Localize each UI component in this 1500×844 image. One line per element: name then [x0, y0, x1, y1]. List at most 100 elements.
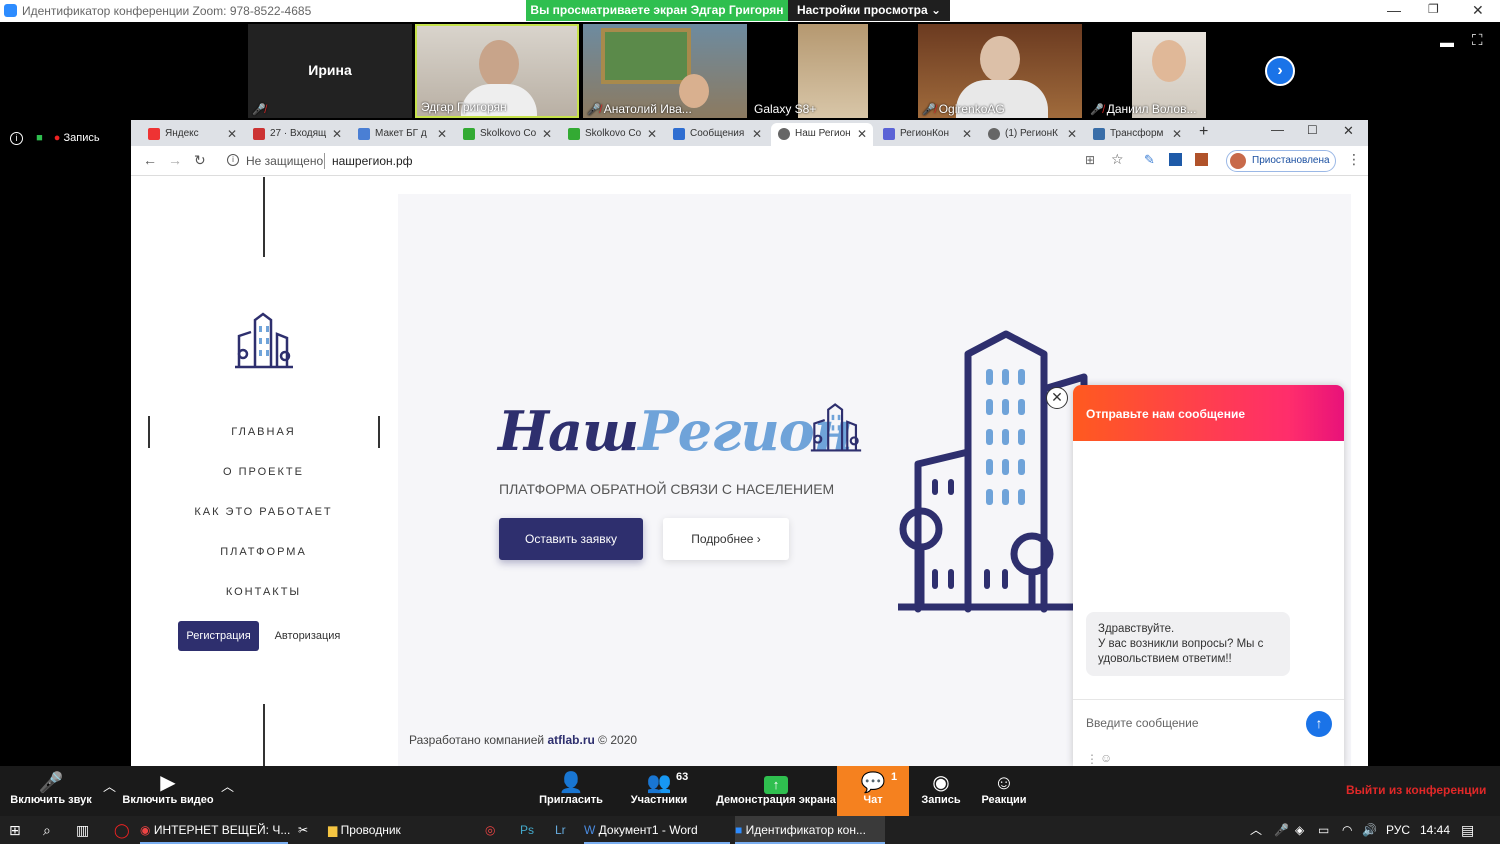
nav-platform[interactable]: ПЛАТФОРМА — [131, 546, 396, 558]
taskbar-item-word[interactable]: W Документ1 - Word — [584, 816, 730, 844]
attach-icon[interactable]: ⋮ — [1086, 752, 1098, 766]
reload-icon[interactable]: ↻ — [194, 152, 206, 169]
emoji-icon[interactable]: ☺ — [1100, 751, 1112, 765]
next-page-arrow-icon[interactable]: › — [1265, 56, 1295, 86]
tab-close-icon[interactable]: ✕ — [962, 127, 972, 141]
fullscreen-icon[interactable]: ⛶ — [1472, 32, 1483, 49]
profile-button[interactable]: Приостановлена — [1226, 150, 1336, 172]
battery-icon[interactable]: ▭ — [1318, 816, 1329, 844]
extension-icon[interactable] — [1169, 153, 1182, 166]
info-icon[interactable]: i — [227, 154, 239, 166]
tab-close-icon[interactable]: ✕ — [752, 127, 762, 141]
security-status[interactable]: Не защищено — [246, 154, 323, 168]
record-button[interactable]: ◉ Запись — [916, 766, 966, 816]
notifications-icon[interactable]: ▤ — [1461, 816, 1474, 844]
taskbar-item-chrome[interactable]: ◉ ИНТЕРНЕТ ВЕЩЕЙ: Ч... — [140, 816, 290, 844]
footer-company-link[interactable]: atflab.ru — [547, 733, 594, 747]
share-screen-button[interactable]: ↑ Демонстрация экрана — [716, 766, 836, 816]
reactions-button[interactable]: ☺ Реакции — [978, 766, 1030, 816]
nav-how-it-works[interactable]: КАК ЭТО РАБОТАЕТ — [131, 506, 396, 518]
minimize-icon[interactable]: — — [1387, 2, 1401, 18]
leave-meeting-button[interactable]: Выйти из конференции — [1346, 783, 1486, 797]
app-icon[interactable]: ◎ — [485, 816, 495, 844]
chat-message-input[interactable]: Введите сообщение — [1086, 716, 1199, 730]
nav-home[interactable]: ГЛАВНАЯ — [131, 426, 396, 438]
video-tile[interactable]: 🎤̸ Анатолий Ива... — [583, 24, 747, 118]
chevron-up-icon[interactable]: ︿ — [103, 776, 116, 795]
tab-close-icon[interactable]: ✕ — [1172, 127, 1182, 141]
url-input[interactable]: нашрегион.рф — [332, 154, 413, 168]
video-tile[interactable]: Ирина 🎤̸ — [248, 24, 412, 118]
task-view-icon[interactable]: ▥ — [76, 816, 89, 844]
start-video-button[interactable]: ▶ Включить видео — [120, 766, 216, 816]
shield-icon[interactable]: ◈ — [1295, 816, 1304, 844]
new-tab-icon[interactable]: + — [1199, 123, 1208, 141]
mic-icon[interactable]: 🎤 — [1274, 816, 1289, 844]
back-icon[interactable]: ← — [143, 152, 157, 168]
tab-close-icon[interactable]: ✕ — [332, 127, 342, 141]
invite-button[interactable]: 👤 Пригласить — [538, 766, 604, 816]
browser-tab[interactable]: Сообщения ✕ — [666, 123, 768, 146]
nav-contacts[interactable]: КОНТАКТЫ — [131, 586, 396, 598]
opera-icon[interactable]: ◯ — [114, 816, 130, 844]
layout-icon[interactable]: ▬ — [1440, 34, 1454, 50]
view-options-button[interactable]: Настройки просмотра ⌄ — [788, 0, 950, 21]
browser-tab-active[interactable]: Наш Регион ✕ — [771, 123, 873, 146]
info-icon[interactable]: i — [10, 132, 23, 145]
chevron-up-icon[interactable]: ︿ — [221, 776, 234, 795]
tab-close-icon[interactable]: ✕ — [437, 127, 447, 141]
volume-icon[interactable]: 🔊 — [1362, 816, 1377, 844]
browser-tab[interactable]: РегионКон ✕ — [876, 123, 978, 146]
chat-close-button[interactable]: ✕ — [1046, 387, 1068, 409]
browser-tab[interactable]: Яндекс ✕ — [141, 123, 243, 146]
tab-bar: Яндекс ✕ 27 · Входящ ✕ Макет БГ д ✕ Skolkov… — [131, 120, 1368, 146]
taskbar-item-zoom[interactable]: ■ Идентификатор кон... — [735, 816, 885, 844]
submit-request-button[interactable]: Оставить заявку — [499, 518, 643, 560]
browser-tab[interactable]: (1) РегионК ✕ — [981, 123, 1083, 146]
translate-icon[interactable]: ⊞ — [1085, 153, 1095, 167]
unmute-button[interactable]: 🎤 Включить звук — [4, 766, 98, 816]
chat-button[interactable]: 💬 Чат — [837, 766, 909, 816]
search-icon[interactable]: ⌕ — [43, 816, 51, 844]
browser-tab[interactable]: Skolkovo Co ✕ — [561, 123, 663, 146]
video-tile-active-speaker[interactable]: Эдгар Григорян — [415, 24, 579, 118]
forward-icon[interactable]: → — [168, 152, 182, 168]
browser-tab[interactable]: Макет БГ д ✕ — [351, 123, 453, 146]
bookmark-star-icon[interactable]: ☆ — [1111, 151, 1124, 168]
language-indicator[interactable]: РУС — [1386, 816, 1410, 844]
chevron-up-icon[interactable]: ︿ — [1250, 816, 1262, 844]
tab-close-icon[interactable]: ✕ — [647, 127, 657, 141]
minimize-icon[interactable]: — — [1271, 122, 1284, 137]
extension-icon[interactable] — [1195, 153, 1208, 166]
video-tile[interactable]: 🎤̸ Даниил Волов... — [1086, 24, 1250, 118]
wifi-icon[interactable]: ◠ — [1342, 816, 1352, 844]
tab-close-icon[interactable]: ✕ — [227, 127, 237, 141]
extension-icon[interactable]: ✎ — [1144, 152, 1155, 168]
browser-tab[interactable]: 27 · Входящ ✕ — [246, 123, 348, 146]
clock[interactable]: 14:44 — [1420, 816, 1450, 844]
video-tile[interactable]: Galaxy S8+ — [750, 24, 914, 118]
photoshop-icon[interactable]: Ps — [520, 816, 534, 844]
send-arrow-icon[interactable]: ↑ — [1306, 711, 1332, 737]
login-button[interactable]: Авторизация — [269, 621, 346, 651]
close-icon[interactable]: ✕ — [1343, 123, 1354, 139]
lightroom-icon[interactable]: Lr — [555, 816, 566, 844]
more-info-button[interactable]: Подробнее › — [663, 518, 789, 560]
lock-icon[interactable]: ■ — [36, 132, 43, 144]
tab-close-icon[interactable]: ✕ — [857, 127, 867, 141]
video-tile[interactable]: 🎤̸ OgirenkoAG — [918, 24, 1082, 118]
register-button[interactable]: Регистрация — [178, 621, 259, 651]
windows-start-icon[interactable]: ⊞ — [9, 816, 21, 844]
maximize-icon[interactable]: ☐ — [1307, 123, 1318, 137]
browser-tab[interactable]: Skolkovo Co ✕ — [456, 123, 558, 146]
menu-kebab-icon[interactable]: ⋮ — [1347, 151, 1361, 168]
nav-about[interactable]: О ПРОЕКТЕ — [131, 466, 396, 478]
taskbar-item-explorer[interactable]: ▆ Проводник — [328, 816, 478, 844]
tab-close-icon[interactable]: ✕ — [1067, 127, 1077, 141]
browser-tab[interactable]: Трансформ ✕ — [1086, 123, 1188, 146]
close-icon[interactable]: ✕ — [1472, 2, 1484, 19]
address-bar: ← → ↻ i Не защищено нашрегион.рф ⊞ ☆ ✎ П… — [131, 146, 1368, 176]
app-icon[interactable]: ✂ — [298, 816, 308, 844]
restore-icon[interactable]: ❐ — [1428, 2, 1439, 16]
tab-close-icon[interactable]: ✕ — [542, 127, 552, 141]
